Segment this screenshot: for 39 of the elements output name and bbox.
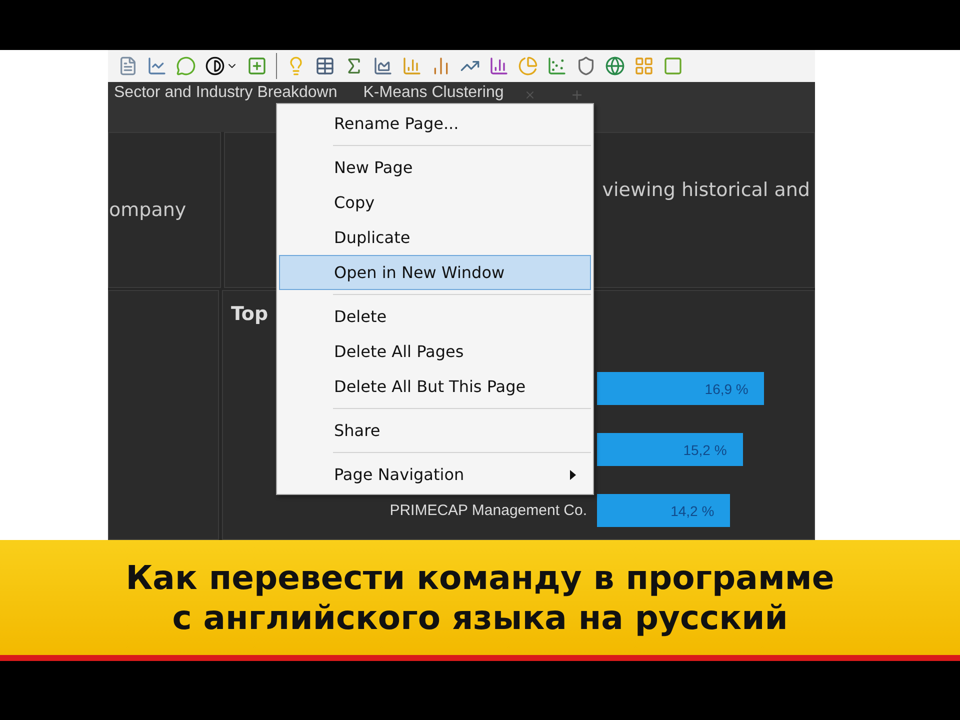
contrast-icon[interactable]	[205, 56, 225, 76]
shield-icon[interactable]	[576, 56, 596, 76]
menu-item[interactable]: Page Navigation	[279, 457, 591, 492]
menu-item[interactable]: Delete	[279, 299, 591, 334]
pie-chart-icon[interactable]	[518, 56, 538, 76]
add-tab-icon[interactable]	[570, 88, 584, 102]
table-icon[interactable]	[315, 56, 335, 76]
grid-layout-icon[interactable]	[634, 56, 654, 76]
document-icon[interactable]	[118, 56, 138, 76]
panel-text: ompany	[109, 199, 186, 221]
chart-icon[interactable]	[373, 56, 393, 76]
page-tab[interactable]: K-Means Clustering	[357, 84, 510, 102]
bar-label: PRIMECAP Management Co.	[388, 502, 588, 519]
menu-item[interactable]: Share	[279, 413, 591, 448]
submenu-arrow-icon	[570, 470, 576, 480]
page-tab[interactable]: Sector and Industry Breakdown	[108, 84, 344, 102]
menu-item[interactable]: Duplicate	[279, 220, 591, 255]
panel-text: viewing historical and	[602, 179, 810, 201]
menu-item[interactable]: Rename Page...	[279, 106, 591, 141]
square-icon[interactable]	[663, 56, 683, 76]
add-icon[interactable]	[247, 56, 267, 76]
menu-item[interactable]: Delete All Pages	[279, 334, 591, 369]
caption-text: Как перевести команду в программе	[126, 558, 834, 598]
menu-item[interactable]: Copy	[279, 185, 591, 220]
scatter-chart-icon[interactable]	[547, 56, 567, 76]
combo-chart-icon[interactable]	[489, 56, 509, 76]
close-icon[interactable]	[524, 89, 536, 101]
menu-item[interactable]: New Page	[279, 150, 591, 185]
line-chart-icon[interactable]	[147, 56, 167, 76]
menu-item[interactable]: Delete All But This Page	[279, 369, 591, 404]
caption-text: с английского языка на русский	[172, 598, 788, 638]
bar-value: 16,9 %	[704, 380, 748, 396]
globe-icon[interactable]	[605, 56, 625, 76]
bar-value: 14,2 %	[670, 502, 714, 518]
speech-bubble-icon[interactable]	[176, 56, 196, 76]
bar-chart-icon[interactable]	[402, 56, 422, 76]
chart-title: Top	[231, 303, 268, 325]
bar-value: 15,2 %	[683, 442, 727, 458]
menu-item[interactable]: Open in New Window	[279, 255, 591, 290]
